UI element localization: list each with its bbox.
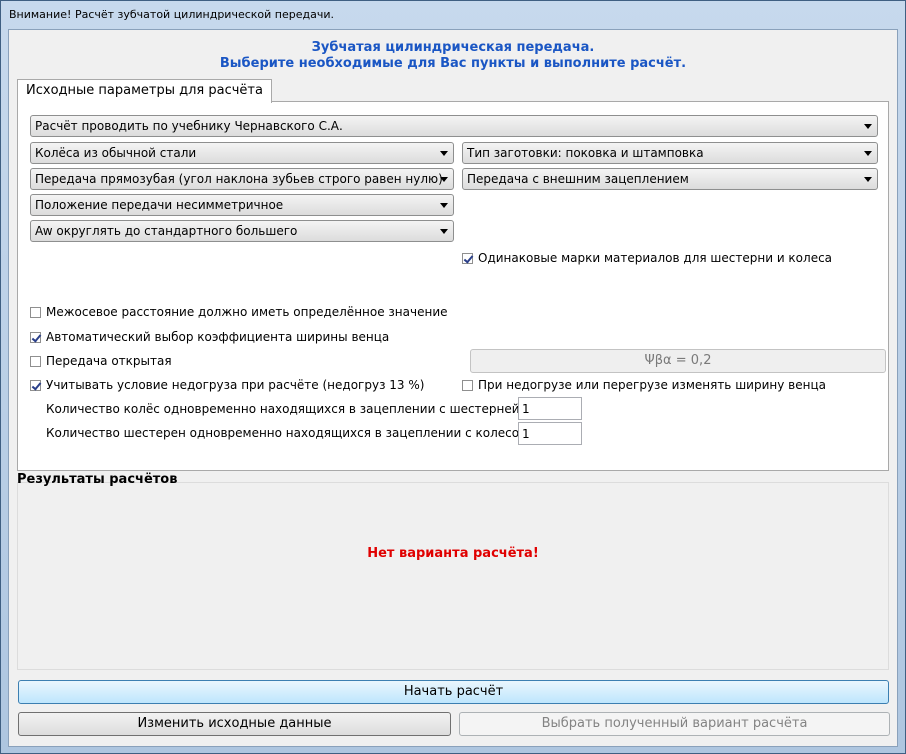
- chevron-down-icon: [440, 151, 448, 156]
- chevron-down-icon: [864, 124, 872, 129]
- chevron-down-icon: [440, 229, 448, 234]
- chevron-down-icon: [440, 177, 448, 182]
- results-panel: Нет варианта расчёта!: [17, 482, 889, 670]
- window-title: Внимание! Расчёт зубчатой цилиндрической…: [9, 8, 334, 21]
- checkbox-checked-icon: [462, 253, 473, 264]
- wheels-count-input[interactable]: [518, 397, 582, 420]
- change-width-checkbox[interactable]: При недогрузе или перегрузе изменять шир…: [462, 377, 826, 393]
- chevron-down-icon: [440, 203, 448, 208]
- header-line-1: Зубчатая цилиндрическая передача.: [311, 40, 595, 55]
- open-gear-label: Передача открытая: [46, 354, 172, 368]
- aw-round-select[interactable]: Aw округлять до стандартного большего: [30, 220, 454, 242]
- aw-round-select-value: Aw округлять до стандартного большего: [35, 224, 298, 238]
- checkbox-unchecked-icon: [462, 380, 473, 391]
- center-distance-checkbox[interactable]: Межосевое расстояние должно иметь опреде…: [30, 304, 448, 320]
- position-select[interactable]: Положение передачи несимметричное: [30, 194, 454, 216]
- checkbox-checked-icon: [30, 332, 41, 343]
- center-distance-label: Межосевое расстояние должно иметь опреде…: [46, 305, 448, 319]
- no-result-message: Нет варианта расчёта!: [367, 546, 539, 561]
- chevron-down-icon: [864, 177, 872, 182]
- underload-checkbox[interactable]: Учитывать условие недогруза при расчёте …: [30, 377, 424, 393]
- change-input-button[interactable]: Изменить исходные данные: [18, 712, 451, 736]
- auto-width-checkbox[interactable]: Автоматический выбор коэффициента ширины…: [30, 329, 389, 345]
- same-material-checkbox[interactable]: Одинаковые марки материалов для шестерни…: [462, 250, 832, 266]
- pinions-count-input[interactable]: [518, 422, 582, 445]
- start-calculation-button[interactable]: Начать расчёт: [18, 680, 889, 704]
- mesh-select[interactable]: Передача с внешним зацеплением: [462, 168, 878, 190]
- material-select-value: Колёса из обычной стали: [35, 146, 197, 160]
- auto-width-label: Автоматический выбор коэффициента ширины…: [46, 330, 390, 344]
- teeth-select[interactable]: Передача прямозубая (угол наклона зубьев…: [30, 168, 454, 190]
- position-select-value: Положение передачи несимметричное: [35, 198, 284, 212]
- underload-label: Учитывать условие недогруза при расчёте …: [46, 378, 425, 392]
- blank-type-select[interactable]: Тип заготовки: поковка и штамповка: [462, 142, 878, 164]
- same-material-label: Одинаковые марки материалов для шестерни…: [478, 251, 833, 265]
- checkbox-unchecked-icon: [30, 307, 41, 318]
- checkbox-unchecked-icon: [30, 356, 41, 367]
- checkbox-checked-icon: [30, 380, 41, 391]
- change-width-label: При недогрузе или перегрузе изменять шир…: [478, 378, 826, 392]
- textbook-select[interactable]: Расчёт проводить по учебнику Чернавского…: [30, 115, 878, 137]
- input-params-panel: Расчёт проводить по учебнику Чернавского…: [17, 101, 889, 471]
- tab-input-params[interactable]: Исходные параметры для расчёта: [17, 79, 272, 103]
- blank-type-select-value: Тип заготовки: поковка и штамповка: [467, 146, 704, 160]
- wheels-count-label: Количество колёс одновременно находящихс…: [46, 402, 520, 416]
- pinions-count-label: Количество шестерен одновременно находящ…: [46, 426, 529, 440]
- open-gear-checkbox[interactable]: Передача открытая: [30, 353, 172, 369]
- material-select[interactable]: Колёса из обычной стали: [30, 142, 454, 164]
- title-bar[interactable]: Внимание! Расчёт зубчатой цилиндрической…: [1, 1, 905, 29]
- client-area: Зубчатая цилиндрическая передача. Выбери…: [8, 29, 898, 747]
- textbook-select-value: Расчёт проводить по учебнику Чернавского…: [35, 119, 343, 133]
- psi-coefficient-field: Ψβα = 0,2: [470, 349, 886, 373]
- header-line-2: Выберите необходимые для Вас пункты и вы…: [219, 56, 687, 71]
- chevron-down-icon: [864, 151, 872, 156]
- app-window: Внимание! Расчёт зубчатой цилиндрической…: [0, 0, 906, 754]
- mesh-select-value: Передача с внешним зацеплением: [467, 172, 689, 186]
- page-header: Зубчатая цилиндрическая передача. Выбери…: [9, 40, 897, 72]
- results-title: Результаты расчётов: [17, 472, 178, 487]
- teeth-select-value: Передача прямозубая (угол наклона зубьев…: [35, 172, 443, 186]
- select-variant-button[interactable]: Выбрать полученный вариант расчёта: [459, 712, 890, 736]
